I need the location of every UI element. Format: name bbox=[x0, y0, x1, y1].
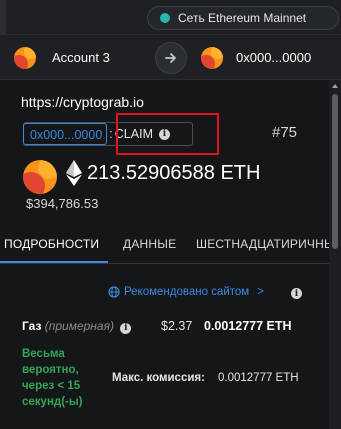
from-account-avatar bbox=[14, 47, 36, 69]
gas-fee-fiat: $2.37 bbox=[161, 319, 193, 333]
amount-fiat: $394,786.53 bbox=[26, 196, 99, 211]
window-edge bbox=[0, 0, 6, 34]
network-status-dot bbox=[160, 13, 170, 23]
info-icon[interactable]: i bbox=[291, 288, 302, 299]
recommended-by-site-link[interactable]: Рекомендовано сайтом > bbox=[108, 286, 264, 298]
ethereum-icon bbox=[66, 160, 82, 191]
globe-icon bbox=[108, 286, 120, 298]
recommended-label: Рекомендовано сайтом bbox=[124, 286, 250, 298]
tab-hex[interactable]: ШЕСТНАДЦАТИРИЧНЫЕ bbox=[196, 237, 329, 251]
confirmation-estimate: Весьма вероятно, через < 15 секунд(-ы) bbox=[22, 348, 83, 408]
arrow-right-icon bbox=[155, 42, 187, 74]
gas-fee-eth: 0.0012777 ETH bbox=[204, 319, 292, 333]
contract-address-link[interactable]: 0x000...0000 bbox=[23, 123, 108, 145]
scrollbar-thumb[interactable] bbox=[332, 94, 338, 249]
gas-sublabel: (примерная) bbox=[44, 319, 114, 333]
gas-label-row: Газ (примерная) i bbox=[22, 319, 132, 334]
max-fee-value: 0.0012777 ETH bbox=[218, 372, 299, 384]
account-bar: Account 3 0x000...0000 bbox=[0, 34, 341, 80]
from-account-name: Account 3 bbox=[52, 50, 110, 65]
highlight-box bbox=[116, 113, 219, 155]
site-origin: https://cryptograb.io bbox=[21, 94, 144, 110]
method-separator: : bbox=[109, 127, 113, 141]
scroll-up-icon[interactable] bbox=[332, 84, 338, 88]
tab-data[interactable]: ДАННЫЕ bbox=[123, 237, 176, 251]
top-bar: Сеть Ethereum Mainnet bbox=[0, 0, 341, 34]
to-account-avatar bbox=[201, 47, 223, 69]
tab-details[interactable]: ПОДРОБНОСТИ bbox=[4, 237, 99, 251]
gas-label: Газ bbox=[22, 319, 42, 333]
info-icon[interactable]: i bbox=[120, 322, 132, 334]
max-fee-label: Макс. комиссия: bbox=[112, 372, 205, 384]
network-selector[interactable]: Сеть Ethereum Mainnet bbox=[147, 6, 339, 30]
active-tab-indicator bbox=[0, 261, 108, 263]
tab-bar: ПОДРОБНОСТИ ДАННЫЕ ШЕСТНАДЦАТИРИЧНЫЕ bbox=[0, 226, 329, 264]
token-avatar bbox=[23, 160, 57, 194]
transaction-nonce: #75 bbox=[272, 124, 298, 141]
scrollbar[interactable] bbox=[329, 80, 341, 429]
transaction-amount: 213.52906588 ETH bbox=[87, 162, 261, 184]
network-label: Сеть Ethereum Mainnet bbox=[178, 11, 307, 25]
to-address[interactable]: 0x000...0000 bbox=[236, 50, 311, 65]
chevron-right-icon: > bbox=[257, 286, 264, 298]
